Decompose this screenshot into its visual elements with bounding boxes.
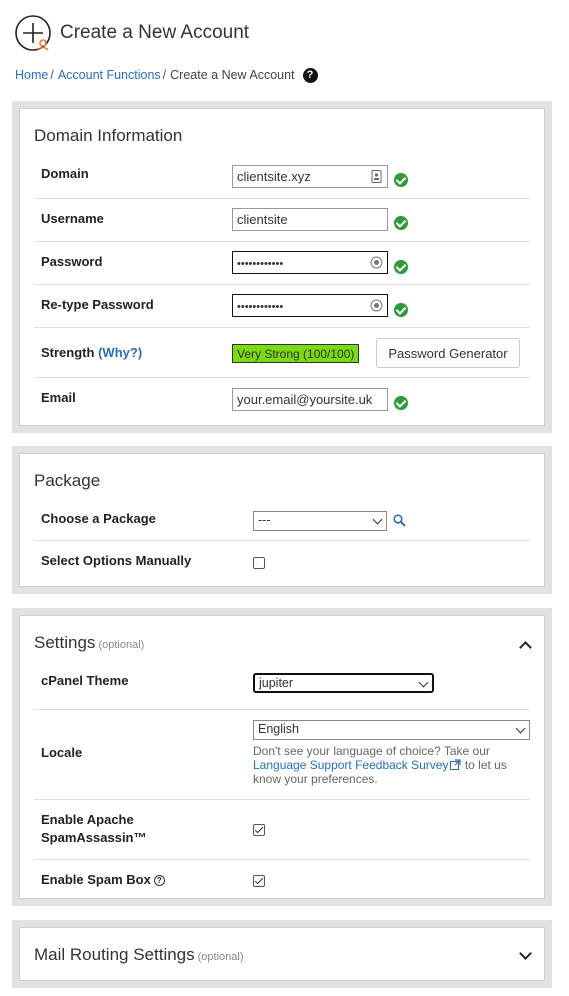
mail-routing-title: Mail Routing Settings (optional) [34,945,244,965]
chevron-down-icon [418,677,429,688]
spamassassin-label: Enable Apache SpamAssassin™ [41,811,147,847]
mail-routing-panel[interactable]: Mail Routing Settings (optional) [12,920,552,988]
spamassassin-label-line1: Enable Apache [41,812,134,827]
chevron-down-icon [515,723,526,734]
retype-password-label: Re-type Password [41,297,154,312]
retype-password-valid-icon [394,303,408,317]
spam-box-label-text: Enable Spam Box [41,872,151,887]
retype-password-input-value: •••••••••••• [237,301,284,313]
email-row: Email your.email@yoursite.uk [34,378,530,422]
search-icon[interactable] [393,514,406,527]
retype-password-row: Re-type Password •••••••••••• [34,285,530,328]
cpanel-theme-row: cPanel Theme jupiter [34,664,530,710]
domain-input[interactable]: clientsite.xyz [232,165,388,188]
settings-optional-label: (optional) [98,639,145,651]
spam-box-row: Enable Spam Box? [34,860,530,900]
locale-label: Locale [41,745,83,760]
settings-title-text: Settings [34,633,96,652]
breadcrumb: Home / Account Functions / Create a New … [15,66,318,84]
email-valid-icon [394,396,408,410]
cpanel-theme-value: jupiter [259,676,294,690]
chevron-down-icon [372,514,383,525]
locale-note: Don't see your language of choice? Take … [253,744,529,786]
domain-valid-icon [394,173,408,187]
page-header: Create a New Account [14,14,249,52]
password-input[interactable]: •••••••••••• [232,251,388,274]
domain-information-panel: Domain Information Domain clientsite.xyz… [12,101,552,433]
strength-label-text: Strength [41,345,95,360]
cpanel-theme-label: cPanel Theme [41,673,129,688]
why-link[interactable]: Why? [102,345,137,360]
domain-information-title: Domain Information [34,126,183,145]
settings-panel: Settings (optional) cPanel Theme jupiter … [12,608,552,906]
strength-row: Strength (Why?) Very Strong (100/100) Pa… [34,328,530,378]
username-input-value: clientsite [237,212,288,227]
locale-note-text: Don't see your language of choice? Take … [253,744,490,758]
package-select[interactable]: --- [253,511,387,531]
breadcrumb-home-link[interactable]: Home [15,68,48,82]
collapse-chevron-icon[interactable] [519,641,532,654]
breadcrumb-current: Create a New Account [170,68,295,82]
retype-password-input[interactable]: •••••••••••• [232,294,388,317]
username-row: Username clientsite [34,199,530,242]
select-options-row: Select Options Manually [34,541,530,581]
strength-label: Strength (Why?) [41,345,142,360]
package-title: Package [34,471,101,490]
language-survey-link[interactable]: Language Support Feedback Survey [253,758,462,772]
contact-card-icon [371,170,382,183]
mail-routing-title-text: Mail Routing Settings [34,945,195,964]
domain-row: Domain clientsite.xyz [34,157,530,199]
password-generator-button[interactable]: Password Generator [376,338,520,368]
settings-title: Settings (optional) [34,633,144,653]
locale-select-value: English [258,722,299,736]
settings-section: Settings (optional) cPanel Theme jupiter … [19,615,545,899]
package-panel: Package Choose a Package --- Select Opti… [12,446,552,594]
password-manager-icon[interactable] [370,256,383,269]
page-title: Create a New Account [60,22,250,43]
spamassassin-checkbox[interactable] [253,824,265,836]
password-valid-icon [394,260,408,274]
password-label: Password [41,254,103,269]
locale-row: Locale English Don't see your language o… [34,710,530,800]
password-strength-meter: Very Strong (100/100) [232,344,360,363]
why-link-close-paren: ) [137,345,143,360]
breadcrumb-separator: / [50,68,54,82]
password-row: Password •••••••••••• [34,242,530,285]
help-icon[interactable]: ? [153,875,165,886]
package-select-value: --- [258,513,271,527]
choose-package-label: Choose a Package [41,511,156,526]
select-options-label: Select Options Manually [41,553,192,568]
language-survey-link-text: Language Support Feedback Survey [253,758,449,772]
mail-routing-section: Mail Routing Settings (optional) [19,927,545,981]
username-label: Username [41,211,104,226]
mail-routing-optional-label: (optional) [197,951,244,963]
help-icon[interactable]: ? [302,67,318,83]
add-account-icon [14,14,52,52]
package-section: Package Choose a Package --- Select Opti… [19,453,545,587]
spamassassin-label-line2: SpamAssassin™ [41,830,147,845]
expand-chevron-icon[interactable] [519,947,532,960]
password-manager-icon[interactable] [370,299,383,312]
spam-box-checkbox[interactable] [253,875,265,887]
choose-package-row: Choose a Package --- [34,502,530,541]
domain-label: Domain [41,166,89,181]
breadcrumb-separator: / [162,68,167,82]
password-input-value: •••••••••••• [237,258,284,270]
domain-information-section: Domain Information Domain clientsite.xyz… [19,108,545,426]
spamassassin-row: Enable Apache SpamAssassin™ [34,800,530,860]
username-input[interactable]: clientsite [232,208,388,231]
email-label: Email [41,390,76,405]
select-options-checkbox[interactable] [253,557,265,569]
external-link-icon [450,759,462,770]
email-input-value: your.email@yoursite.uk [237,392,373,407]
cpanel-theme-select[interactable]: jupiter [253,673,434,693]
email-input[interactable]: your.email@yoursite.uk [232,388,388,411]
username-valid-icon [394,216,408,230]
domain-input-value: clientsite.xyz [237,169,311,184]
spam-box-label: Enable Spam Box? [41,872,165,887]
locale-select[interactable]: English [253,720,530,740]
breadcrumb-account-functions-link[interactable]: Account Functions [58,68,161,82]
